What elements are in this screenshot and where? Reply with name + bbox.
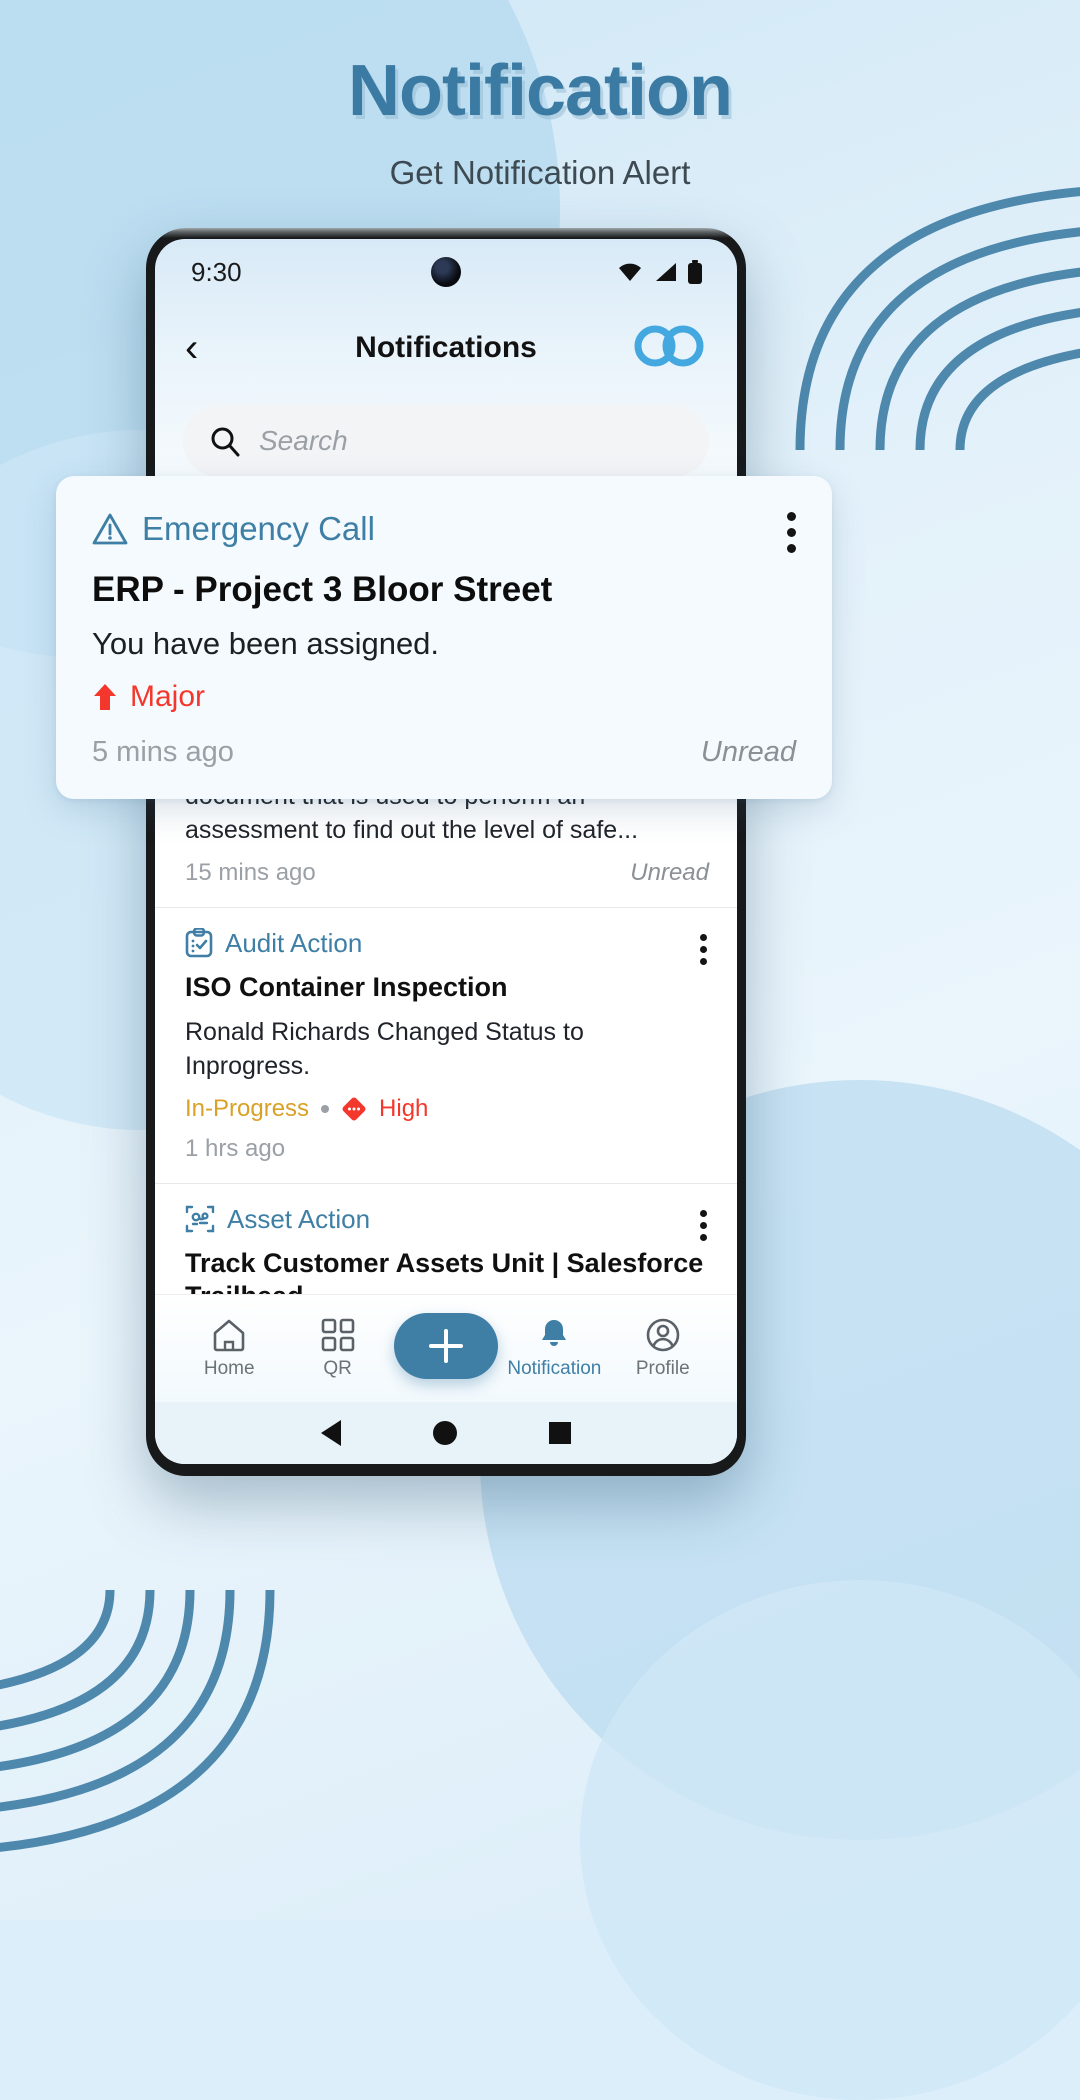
item-meta: In-Progress High bbox=[185, 1095, 709, 1123]
status-bar: 9:30 bbox=[155, 239, 737, 305]
item-time: 15 mins ago bbox=[185, 858, 316, 886]
emergency-notification-card[interactable]: Emergency Call ERP - Project 3 Bloor Str… bbox=[56, 476, 832, 799]
search-placeholder: Search bbox=[259, 425, 348, 456]
user-circle-icon bbox=[646, 1318, 680, 1351]
nav-item-home[interactable]: Home bbox=[179, 1318, 279, 1380]
card-footer: 5 mins ago Unread bbox=[92, 736, 796, 769]
home-icon bbox=[213, 1319, 245, 1351]
kebab-menu-icon[interactable] bbox=[696, 930, 711, 969]
item-header: Audit Action bbox=[185, 928, 709, 959]
nav-item-qr[interactable]: QR bbox=[288, 1318, 388, 1380]
item-description: Ronald Richards Changed Status to Inprog… bbox=[185, 1017, 584, 1080]
triangle-back-icon[interactable] bbox=[321, 1420, 341, 1446]
arrow-up-icon bbox=[94, 684, 116, 710]
item-footer: 15 mins ago Unread bbox=[185, 859, 709, 887]
add-button[interactable] bbox=[393, 1312, 498, 1379]
nav-label: QR bbox=[323, 1357, 352, 1379]
qr-code-icon bbox=[321, 1318, 354, 1351]
item-kind: Asset Action bbox=[227, 1203, 371, 1234]
plus-icon bbox=[393, 1312, 498, 1379]
list-item[interactable]: Audit Action ISO Container Inspection Ro… bbox=[155, 908, 737, 1184]
nav-label: Profile bbox=[635, 1357, 690, 1379]
meta-separator bbox=[321, 1104, 330, 1113]
card-time: 5 mins ago bbox=[92, 736, 234, 768]
item-footer: 1 hrs ago bbox=[185, 1135, 709, 1163]
page-subtitle: Get Notification Alert bbox=[389, 154, 691, 191]
android-navigation-bar bbox=[155, 1402, 737, 1464]
warning-triangle-icon bbox=[92, 513, 128, 545]
card-state: Unread bbox=[700, 736, 796, 768]
status-badge: In-Progress bbox=[185, 1094, 310, 1122]
asset-scan-icon bbox=[185, 1205, 215, 1233]
item-kind: Audit Action bbox=[225, 927, 363, 958]
back-button[interactable]: ‹ bbox=[185, 328, 231, 368]
battery-icon bbox=[688, 260, 702, 284]
card-kind: Emergency Call bbox=[142, 510, 375, 547]
nav-label: Home bbox=[203, 1357, 255, 1379]
square-recents-icon[interactable] bbox=[549, 1422, 571, 1444]
camera-punchhole-icon bbox=[431, 257, 461, 287]
cellular-signal-icon bbox=[656, 263, 676, 281]
bottom-navigation: Home QR Notification Profile bbox=[155, 1294, 737, 1402]
status-icons bbox=[617, 260, 703, 284]
nav-item-notification[interactable]: Notification bbox=[504, 1318, 604, 1380]
kebab-menu-icon[interactable] bbox=[696, 1206, 711, 1245]
card-description: You have been assigned. bbox=[92, 626, 440, 661]
bell-icon bbox=[542, 1319, 567, 1346]
priority-badge: High bbox=[379, 1094, 429, 1122]
phone-mockup: 9:30 ‹ Notifications Search assessment t… bbox=[146, 228, 746, 1476]
search-input[interactable]: Search bbox=[183, 405, 709, 477]
page-title: Notification bbox=[348, 51, 733, 131]
card-header: Emergency Call bbox=[92, 510, 796, 548]
infinity-logo-icon[interactable] bbox=[631, 323, 707, 374]
search-icon bbox=[211, 427, 240, 457]
app-bar: ‹ Notifications bbox=[155, 305, 737, 391]
page-header: Notification Get Notification Alert bbox=[0, 50, 1080, 192]
clipboard-check-icon bbox=[185, 928, 213, 958]
diamond-high-icon bbox=[342, 1097, 366, 1120]
nav-item-profile[interactable]: Profile bbox=[613, 1318, 713, 1380]
nav-label: Notification bbox=[507, 1357, 602, 1379]
item-time: 1 hrs ago bbox=[185, 1134, 286, 1162]
kebab-menu-icon[interactable] bbox=[787, 512, 796, 553]
card-priority-label: Major bbox=[130, 680, 206, 713]
item-header: Asset Action bbox=[185, 1204, 709, 1235]
card-priority: Major bbox=[92, 680, 796, 714]
item-state: Unread bbox=[630, 858, 709, 886]
item-title: ISO Container Inspection bbox=[185, 971, 508, 1002]
wifi-icon bbox=[619, 263, 641, 281]
card-title: ERP - Project 3 Bloor Street bbox=[92, 570, 553, 609]
phone-screen: 9:30 ‹ Notifications Search assessment t… bbox=[155, 239, 737, 1464]
status-clock: 9:30 bbox=[191, 256, 242, 287]
circle-home-icon[interactable] bbox=[433, 1421, 457, 1445]
